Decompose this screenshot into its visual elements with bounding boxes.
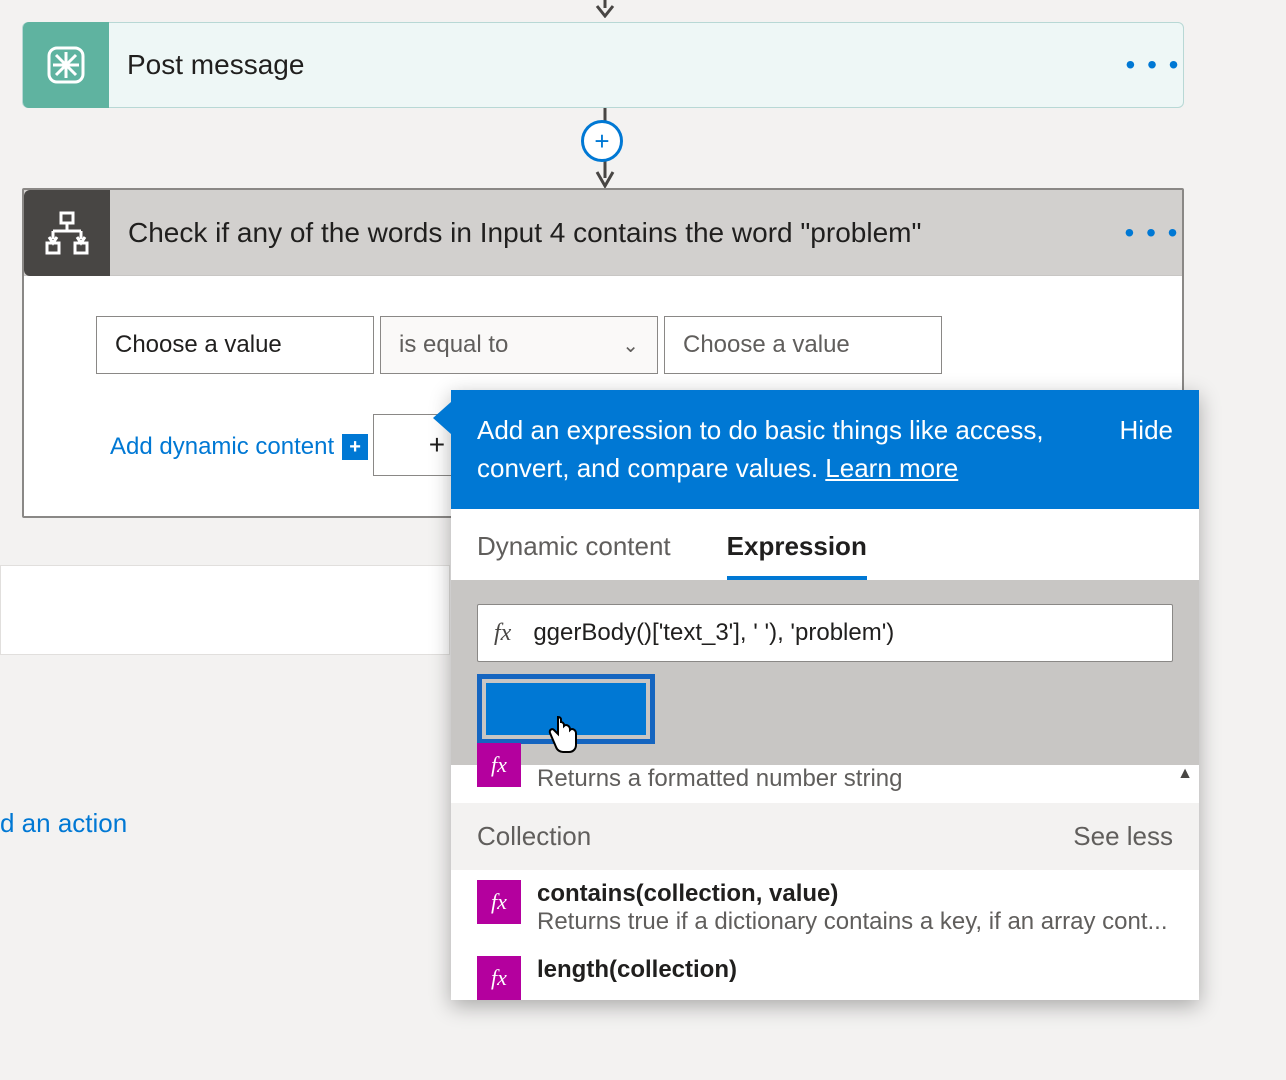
function-desc: Returns true if a dictionary contains a … bbox=[537, 908, 1168, 936]
expression-flyout: Add an expression to do basic things lik… bbox=[451, 390, 1199, 1000]
function-signature: contains(collection, value) bbox=[537, 880, 1168, 908]
branch-card-fragment bbox=[0, 565, 450, 655]
plus-icon: + bbox=[594, 126, 609, 157]
hide-banner-button[interactable]: Hide bbox=[1120, 412, 1173, 450]
tab-expression[interactable]: Expression bbox=[727, 531, 867, 580]
condition-menu[interactable]: • • • bbox=[1122, 217, 1182, 249]
function-desc: Returns a formatted number string bbox=[537, 765, 903, 793]
post-message-icon bbox=[23, 22, 109, 108]
condition-value-left-placeholder: Choose a value bbox=[115, 331, 282, 359]
dynamic-plus-icon: + bbox=[342, 434, 368, 460]
condition-title: Check if any of the words in Input 4 con… bbox=[110, 217, 1122, 249]
condition-value-right-placeholder: Choose a value bbox=[683, 331, 850, 359]
section-collection-label: Collection bbox=[477, 821, 591, 852]
condition-header[interactable]: Check if any of the words in Input 4 con… bbox=[24, 190, 1182, 276]
expression-input[interactable]: fx ggerBody()['text_3'], ' '), 'problem'… bbox=[477, 604, 1173, 662]
add-dynamic-content-label: Add dynamic content bbox=[110, 433, 334, 461]
flyout-banner-text: Add an expression to do basic things lik… bbox=[477, 415, 1044, 483]
condition-value-right[interactable]: Choose a value bbox=[664, 316, 942, 374]
function-item-contains[interactable]: fx contains(collection, value) Returns t… bbox=[451, 870, 1199, 946]
condition-operator-value: is equal to bbox=[399, 331, 508, 359]
see-less-link[interactable]: See less bbox=[1073, 821, 1173, 852]
tab-dynamic-content[interactable]: Dynamic content bbox=[477, 531, 671, 580]
function-item-formatnumber[interactable]: fx Returns a formatted number string bbox=[451, 765, 1199, 803]
function-signature: length(collection) bbox=[537, 956, 737, 984]
condition-icon bbox=[24, 190, 110, 276]
fx-badge-icon: fx bbox=[477, 880, 521, 924]
scroll-up-icon[interactable]: ▲ bbox=[1177, 765, 1193, 783]
fx-badge-icon: fx bbox=[477, 743, 521, 787]
chevron-down-icon: ⌄ bbox=[622, 333, 639, 358]
expression-value: ggerBody()['text_3'], ' '), 'problem') bbox=[533, 619, 894, 647]
ok-button[interactable] bbox=[486, 683, 646, 735]
function-list: ▲ fx Returns a formatted number string C… bbox=[451, 765, 1199, 1000]
flyout-banner: Add an expression to do basic things lik… bbox=[451, 390, 1199, 509]
post-message-card[interactable]: Post message • • • bbox=[22, 22, 1184, 108]
post-message-menu[interactable]: • • • bbox=[1123, 49, 1183, 81]
post-message-title: Post message bbox=[109, 49, 1123, 81]
section-collection: Collection See less bbox=[451, 803, 1199, 870]
expression-editor-area: fx ggerBody()['text_3'], ' '), 'problem'… bbox=[451, 580, 1199, 765]
condition-value-left[interactable]: Choose a value bbox=[96, 316, 374, 374]
flow-arrow-top-icon bbox=[593, 0, 617, 18]
learn-more-link[interactable]: Learn more bbox=[825, 453, 958, 483]
flyout-tabs: Dynamic content Expression bbox=[451, 509, 1199, 580]
add-action-link-fragment[interactable]: d an action bbox=[0, 808, 127, 839]
fx-icon: fx bbox=[494, 620, 511, 647]
add-dynamic-content-link[interactable]: Add dynamic content + bbox=[110, 433, 368, 461]
condition-operator-select[interactable]: is equal to ⌄ bbox=[380, 316, 658, 374]
ok-button-highlight bbox=[477, 674, 655, 744]
flyout-caret-icon bbox=[433, 402, 451, 434]
function-item-length[interactable]: fx length(collection) bbox=[451, 946, 1199, 1000]
fx-badge-icon: fx bbox=[477, 956, 521, 1000]
add-step-button[interactable]: + bbox=[581, 120, 623, 162]
